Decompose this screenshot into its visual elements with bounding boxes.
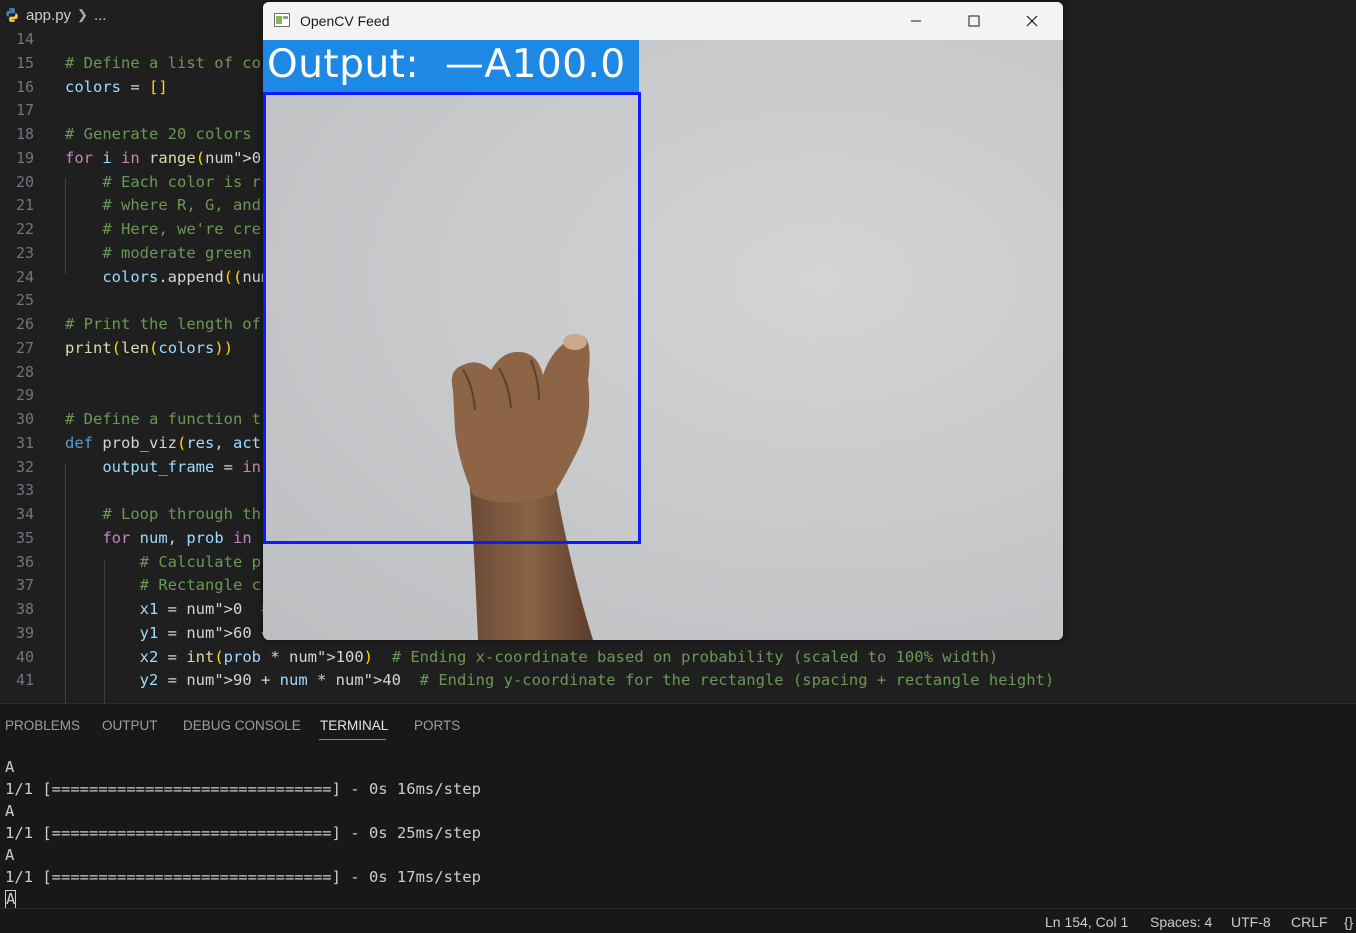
chevron-right-icon: ❯	[77, 7, 88, 22]
code-line[interactable]: 40 x2 = int(prob * num">100) # Ending x-…	[0, 645, 1356, 669]
line-number: 27	[15, 338, 34, 357]
terminal-line: A	[5, 802, 15, 820]
code-text: # Each color is r	[102, 172, 261, 191]
code-text: # Print the length of	[65, 315, 261, 333]
cursor-position[interactable]: Ln 154, Col 1	[1045, 914, 1128, 930]
minimize-button[interactable]	[887, 2, 945, 40]
line-number: 29	[15, 386, 34, 405]
python-file-icon	[6, 8, 18, 22]
line-number: 18	[15, 125, 34, 143]
line-ending[interactable]: CRLF	[1291, 914, 1328, 930]
camera-feed: Output: —A100.0	[263, 40, 1063, 640]
line-number: 30	[15, 410, 34, 428]
line-number: 25	[15, 291, 34, 310]
tab-problems[interactable]: PROBLEMS	[5, 718, 80, 733]
line-number: 20	[15, 172, 34, 191]
line-number: 35	[15, 528, 34, 547]
line-number: 14	[15, 30, 34, 48]
bottom-panel: PROBLEMS OUTPUT DEBUG CONSOLE TERMINAL P…	[0, 703, 1356, 909]
line-number: 15	[15, 53, 34, 72]
maximize-icon	[968, 15, 980, 27]
code-text: y2 = num">90 + num * num">40 # Ending y-…	[139, 671, 1055, 690]
breadcrumb-more[interactable]: ...	[94, 7, 107, 24]
opencv-window[interactable]: OpenCV Feed Output: —A100.0	[263, 2, 1063, 640]
line-number: 21	[15, 196, 34, 215]
code-text: output_frame = in	[102, 457, 261, 476]
status-bar: Ln 154, Col 1 Spaces: 4 UTF-8 CRLF {}	[0, 908, 1356, 933]
close-icon	[1026, 15, 1038, 27]
opencv-titlebar[interactable]: OpenCV Feed	[263, 2, 1063, 40]
line-number: 40	[15, 647, 34, 666]
code-text: # Define a list of co	[65, 53, 261, 72]
code-text: print(len(colors))	[65, 338, 234, 357]
code-text: # Loop through th	[102, 505, 261, 523]
line-number: 36	[15, 552, 34, 571]
output-banner: Output: —A100.0	[263, 40, 639, 92]
maximize-button[interactable]	[945, 2, 1003, 40]
line-number: 39	[15, 623, 34, 642]
code-text: # Rectangle c	[139, 576, 261, 595]
app-window-icon	[274, 13, 290, 27]
window-title: OpenCV Feed	[300, 13, 390, 29]
code-text: # Define a function t	[65, 410, 261, 428]
line-number: 32	[15, 457, 34, 476]
line-number: 41	[15, 671, 34, 690]
tab-ports[interactable]: PORTS	[414, 718, 460, 733]
breadcrumb-file[interactable]: app.py	[26, 7, 71, 24]
code-text: def prob_viz(res, act	[65, 433, 262, 452]
line-number: 24	[15, 267, 34, 286]
terminal-output[interactable]: A 1/1 [==============================] -…	[5, 756, 481, 910]
code-text: # Here, we're cre	[102, 220, 261, 238]
terminal-line: 1/1 [==============================] - 0…	[5, 780, 481, 798]
minimize-icon	[911, 20, 921, 22]
code-text: # Generate 20 colors	[65, 125, 252, 143]
tab-terminal[interactable]: TERMINAL	[320, 718, 388, 733]
line-number: 26	[15, 315, 34, 333]
terminal-line: A	[5, 758, 15, 776]
tab-output[interactable]: OUTPUT	[102, 718, 158, 733]
line-number: 31	[15, 433, 34, 452]
code-text: for num, prob in	[102, 528, 252, 547]
line-number: 28	[15, 362, 34, 381]
line-number: 33	[15, 481, 34, 500]
active-tab-indicator	[319, 739, 386, 740]
panel-tabs: PROBLEMS OUTPUT DEBUG CONSOLE TERMINAL P…	[0, 704, 1356, 746]
code-line[interactable]: 41 y2 = num">90 + num * num">40 # Ending…	[0, 668, 1356, 692]
code-text: # moderate green	[102, 243, 252, 262]
close-button[interactable]	[1003, 2, 1061, 40]
code-text: colors = []	[65, 77, 168, 96]
terminal-line: 1/1 [==============================] - 0…	[5, 868, 481, 886]
terminal-line: 1/1 [==============================] - 0…	[5, 824, 481, 842]
line-number: 23	[15, 243, 34, 262]
code-text: # Calculate p	[139, 552, 261, 571]
indentation[interactable]: Spaces: 4	[1150, 914, 1212, 930]
tab-debug-console[interactable]: DEBUG CONSOLE	[183, 718, 301, 733]
line-number: 37	[15, 576, 34, 595]
line-number: 19	[15, 148, 34, 167]
terminal-cursor[interactable]: A	[5, 890, 17, 909]
roi-rectangle	[263, 92, 641, 544]
output-text: Output: —A100.0	[267, 42, 626, 87]
code-text: x2 = int(prob * num">100) # Ending x-coo…	[139, 647, 999, 666]
line-number: 34	[15, 505, 34, 523]
encoding[interactable]: UTF-8	[1231, 914, 1271, 930]
line-number: 16	[15, 77, 34, 96]
line-number: 38	[15, 600, 34, 618]
code-text: # where R, G, and	[102, 196, 261, 215]
line-number: 22	[15, 220, 34, 238]
line-number: 17	[15, 101, 34, 120]
terminal-line: A	[5, 846, 15, 864]
language-mode-icon[interactable]: {}	[1344, 914, 1353, 930]
